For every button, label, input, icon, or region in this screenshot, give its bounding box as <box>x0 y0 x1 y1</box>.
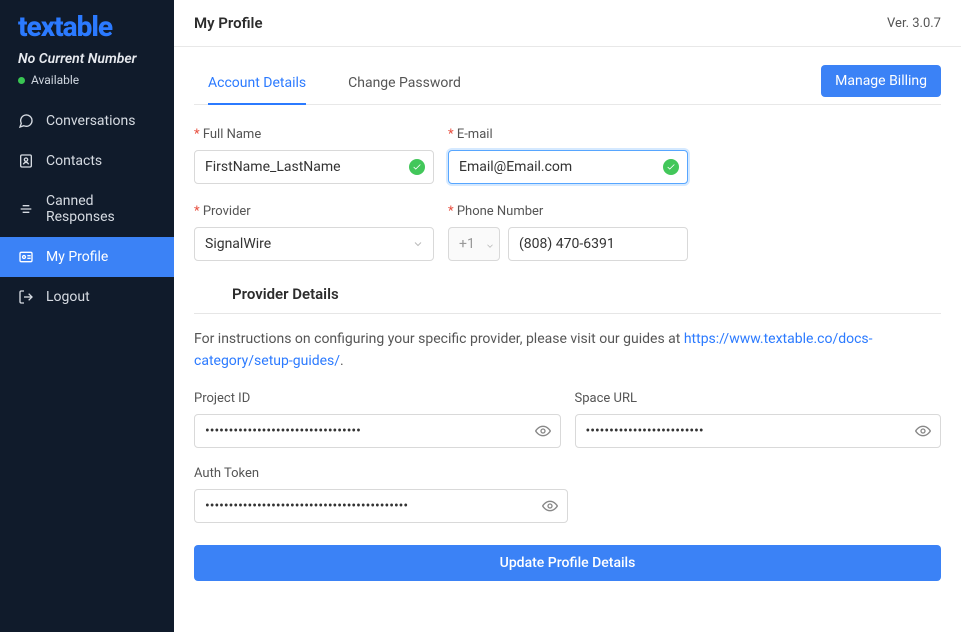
brand-text: textable <box>18 10 112 43</box>
tabs-row: Account Details Change Password Manage B… <box>194 63 941 105</box>
project-id-input[interactable] <box>194 414 561 448</box>
eye-icon[interactable] <box>542 498 558 514</box>
instructions-text: For instructions on configuring your spe… <box>194 331 684 347</box>
eye-icon[interactable] <box>535 423 551 439</box>
sidebar-item-label: Conversations <box>46 113 135 129</box>
status-text: Available <box>31 73 79 87</box>
version-text: Ver. 3.0.7 <box>887 16 941 31</box>
phone-input[interactable] <box>508 227 688 261</box>
tab-account-details[interactable]: Account Details <box>208 63 306 105</box>
contacts-icon <box>18 153 34 169</box>
canned-icon <box>18 201 34 217</box>
current-number: No Current Number <box>0 51 174 73</box>
profile-icon <box>18 249 34 265</box>
check-icon <box>663 159 679 175</box>
sidebar-item-contacts[interactable]: Contacts <box>0 141 174 181</box>
provider-details-title: Provider Details <box>194 285 941 313</box>
status-dot-icon <box>18 77 25 84</box>
tab-change-password[interactable]: Change Password <box>348 63 461 105</box>
check-icon <box>409 159 425 175</box>
provider-instructions: For instructions on configuring your spe… <box>194 328 941 373</box>
update-profile-button[interactable]: Update Profile Details <box>194 545 941 581</box>
sidebar-item-label: Contacts <box>46 153 102 169</box>
fullname-label: Full Name <box>194 127 434 142</box>
section-divider: Provider Details <box>194 285 941 314</box>
space-url-input[interactable] <box>575 414 942 448</box>
sidebar-item-conversations[interactable]: Conversations <box>0 101 174 141</box>
sidebar-item-profile[interactable]: My Profile <box>0 237 174 277</box>
logout-icon <box>18 289 34 305</box>
provider-select[interactable] <box>194 227 434 261</box>
auth-token-label: Auth Token <box>194 466 568 481</box>
sidebar-item-logout[interactable]: Logout <box>0 277 174 317</box>
space-url-label: Space URL <box>575 391 942 406</box>
sidebar-item-label: My Profile <box>46 249 108 265</box>
phone-label: Phone Number <box>448 204 688 219</box>
eye-icon[interactable] <box>915 423 931 439</box>
main-area: My Profile Ver. 3.0.7 Account Details Ch… <box>174 0 961 632</box>
sidebar-item-label: Canned Responses <box>46 193 156 225</box>
top-bar: My Profile Ver. 3.0.7 <box>174 0 961 47</box>
provider-label: Provider <box>194 204 434 219</box>
email-input[interactable] <box>448 150 688 184</box>
manage-billing-button[interactable]: Manage Billing <box>821 65 941 97</box>
project-id-label: Project ID <box>194 391 561 406</box>
sidebar-item-label: Logout <box>46 289 90 305</box>
sidebar: textable No Current Number Available Con… <box>0 0 174 632</box>
sidebar-item-canned[interactable]: Canned Responses <box>0 181 174 237</box>
fullname-input[interactable] <box>194 150 434 184</box>
auth-token-input[interactable] <box>194 489 568 523</box>
phone-prefix-select[interactable] <box>448 227 500 261</box>
chat-icon <box>18 113 34 129</box>
email-label: E-mail <box>448 127 688 142</box>
content: Account Details Change Password Manage B… <box>174 47 961 605</box>
page-title: My Profile <box>194 14 263 32</box>
brand-logo: textable <box>0 0 174 51</box>
status: Available <box>0 73 174 101</box>
